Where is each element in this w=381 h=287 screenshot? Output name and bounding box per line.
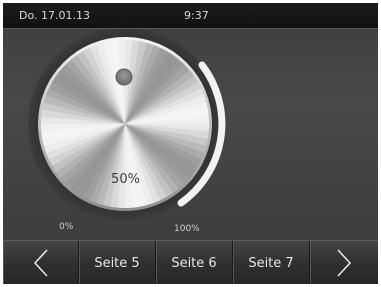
- chevron-right-icon: [337, 249, 352, 277]
- status-time: 9:37: [184, 9, 209, 22]
- bottom-nav: Seite 5 Seite 6 Seite 7: [3, 240, 378, 284]
- knob-indicator-dot: [115, 68, 133, 86]
- page-6-label: Seite 6: [171, 255, 217, 271]
- page-7-button[interactable]: Seite 7: [233, 241, 310, 284]
- dimmer-dial[interactable]: 50% 0% 100%: [3, 27, 378, 239]
- dial-max-label: 100%: [174, 224, 200, 234]
- chevron-left-icon: [33, 249, 48, 277]
- page-6-button[interactable]: Seite 6: [156, 241, 233, 284]
- prev-page-button[interactable]: [3, 241, 79, 284]
- page-7-label: Seite 7: [248, 255, 294, 271]
- dial-value-label: 50%: [111, 172, 140, 187]
- page-5-label: Seite 5: [94, 255, 140, 271]
- screen: Do. 17.01.13 9:37 50% 0% 100% Seite 5 Se…: [3, 3, 378, 284]
- next-page-button[interactable]: [310, 241, 378, 284]
- dial-min-label: 0%: [59, 222, 74, 232]
- status-date: Do. 17.01.13: [19, 9, 90, 22]
- dial-graphic[interactable]: [3, 27, 378, 239]
- device-frame: Do. 17.01.13 9:37 50% 0% 100% Seite 5 Se…: [0, 0, 381, 287]
- status-bar: Do. 17.01.13 9:37: [3, 3, 378, 28]
- page-5-button[interactable]: Seite 5: [79, 241, 156, 284]
